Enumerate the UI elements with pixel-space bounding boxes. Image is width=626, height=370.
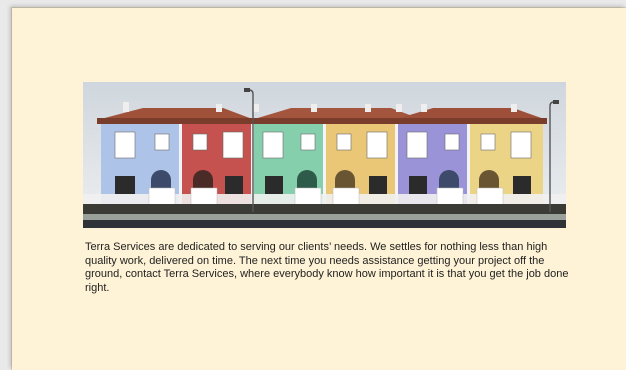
intro-paragraph: Terra Services are dedicated to serving …: [85, 241, 569, 294]
hero-image-townhouses: [83, 82, 566, 228]
